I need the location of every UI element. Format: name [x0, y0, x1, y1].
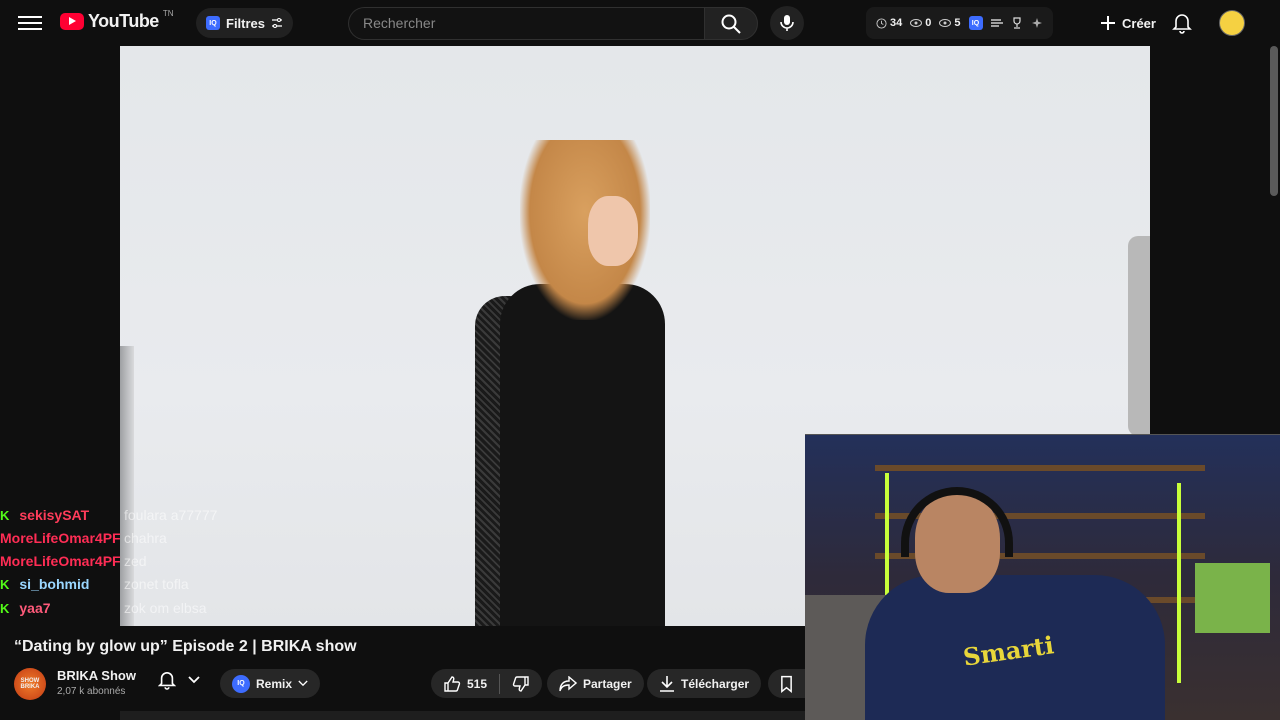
bell-icon [158, 672, 176, 690]
chat-text: zonet tofla [124, 576, 189, 592]
channel-subscribers: 2,07 k abonnés [57, 686, 126, 697]
like-count[interactable]: 515 [467, 677, 487, 691]
chat-message: MoreLifeOmar4PF zed [0, 551, 147, 571]
video-title: “Dating by glow up” Episode 2 | BRIKA sh… [14, 638, 357, 655]
chat-message: MoreLifeOmar4PF chahra [0, 528, 167, 548]
create-label: Créer [1122, 15, 1156, 31]
remix-label: Remix [256, 676, 293, 691]
chat-user-inner: Ksi_bohmid [0, 576, 89, 592]
like-dislike-group: 515 [431, 669, 543, 698]
remix-button[interactable]: IQ Remix [220, 669, 321, 698]
chat-message: Ksi_bohmid zonet tofla [0, 574, 189, 594]
chat-text: zed [124, 553, 147, 569]
chat-text: foulara a77777 [124, 507, 218, 523]
webcam-overlay: Smarti [805, 434, 1280, 720]
notifications-button[interactable] [1172, 12, 1192, 39]
save-button[interactable] [768, 669, 805, 698]
chevron-down-icon [188, 676, 200, 684]
share-label: Partager [583, 676, 632, 691]
search-input[interactable]: Rechercher [348, 7, 704, 40]
video-subject-body [500, 284, 665, 626]
views-stat-b: 5 [939, 17, 961, 29]
search-button[interactable] [704, 7, 758, 40]
voice-search-button[interactable] [770, 6, 804, 40]
filters-button[interactable]: IQ Filtres [196, 8, 294, 38]
watch-time-stat: 34 [876, 17, 902, 29]
chat-message: Kyaa7 zok om elbsa [0, 598, 206, 618]
top-bar: YouTube TN IQ Filtres Rechercher 34 0 5 … [0, 0, 1280, 46]
kick-badge-icon: K [0, 600, 10, 616]
iq-extension-icon: IQ [206, 16, 220, 30]
chat-username: si_bohmid [19, 576, 90, 592]
iq-extension-icon: IQ [232, 674, 250, 693]
user-avatar[interactable] [1219, 10, 1245, 36]
views-a-value: 0 [925, 17, 932, 29]
chat-user-inner: KsekisySAT [0, 507, 89, 523]
chat-username: MoreLifeOmar4PF [0, 530, 121, 546]
trophy-icon[interactable] [1011, 17, 1023, 29]
plus-icon [1101, 16, 1115, 30]
watch-stat-value: 34 [890, 17, 903, 29]
share-icon [559, 675, 577, 691]
chat-username: yaa7 [19, 600, 51, 616]
search-icon [721, 14, 741, 34]
description-box[interactable] [120, 711, 805, 720]
chat-text: zok om elbsa [124, 600, 207, 616]
download-label: Télécharger [681, 676, 750, 691]
video-subject-face [588, 196, 638, 266]
chat-user: Ksi_bohmid [0, 576, 112, 592]
kick-badge-icon: K [0, 576, 10, 592]
channel-avatar[interactable]: SHOW BRIKA [14, 668, 46, 700]
shelf [875, 465, 1205, 471]
microphone-icon [780, 15, 794, 31]
thumbs-down-icon[interactable] [512, 675, 530, 693]
youtube-logo[interactable]: YouTube TN [60, 9, 174, 32]
logo-text: YouTube [88, 11, 159, 31]
bookmark-icon [781, 675, 792, 693]
download-icon [660, 675, 674, 692]
kick-badge-icon: K [0, 507, 10, 523]
chat-text: chahra [124, 530, 167, 546]
views-b-value: 5 [954, 17, 961, 29]
video-second-subject [1128, 236, 1150, 436]
sliders-icon [272, 18, 283, 28]
extension-stats-panel[interactable]: 34 0 5 IQ [866, 7, 1053, 39]
chat-user-inner: Kyaa7 [0, 600, 51, 616]
chat-user: MoreLifeOmar4PF [0, 530, 121, 546]
chat-username: MoreLifeOmar4PF [0, 553, 121, 569]
filters-label: Filtres [226, 15, 266, 31]
hamburger-menu-icon[interactable] [18, 12, 42, 34]
chat-user: MoreLifeOmar4PF [0, 553, 121, 569]
logo-country-code: TN [162, 9, 174, 18]
chat-user-inner: MoreLifeOmar4PF [0, 530, 121, 546]
chat-username: sekisySAT [19, 507, 90, 523]
eye-icon [910, 19, 923, 27]
sparkle-icon[interactable] [1031, 17, 1043, 29]
list-icon[interactable] [990, 18, 1003, 28]
download-button[interactable]: Télécharger [647, 669, 762, 698]
eye-icon [939, 19, 952, 27]
views-stat-a: 0 [910, 17, 931, 29]
subscription-bell-button[interactable] [158, 670, 200, 690]
iq-extension-icon[interactable]: IQ [968, 16, 983, 30]
divider [499, 673, 501, 694]
youtube-play-icon [60, 13, 84, 30]
chevron-down-icon [298, 680, 308, 687]
chat-message: KsekisySAT foulara a77777 [0, 505, 217, 525]
channel-name[interactable]: BRIKA Show [57, 668, 136, 683]
chat-user: KsekisySAT [0, 507, 112, 523]
share-button[interactable]: Partager [547, 669, 644, 698]
poster [1195, 563, 1270, 633]
bell-icon [1172, 14, 1192, 34]
chat-user: Kyaa7 [0, 600, 112, 616]
create-button[interactable]: Créer [1092, 8, 1164, 38]
page-scrollbar[interactable] [1270, 46, 1278, 196]
led-strip [1177, 483, 1181, 683]
chat-user-inner: MoreLifeOmar4PF [0, 553, 121, 569]
headset [901, 487, 1013, 557]
clock-icon [876, 17, 887, 29]
thumbs-up-icon[interactable] [443, 675, 461, 693]
